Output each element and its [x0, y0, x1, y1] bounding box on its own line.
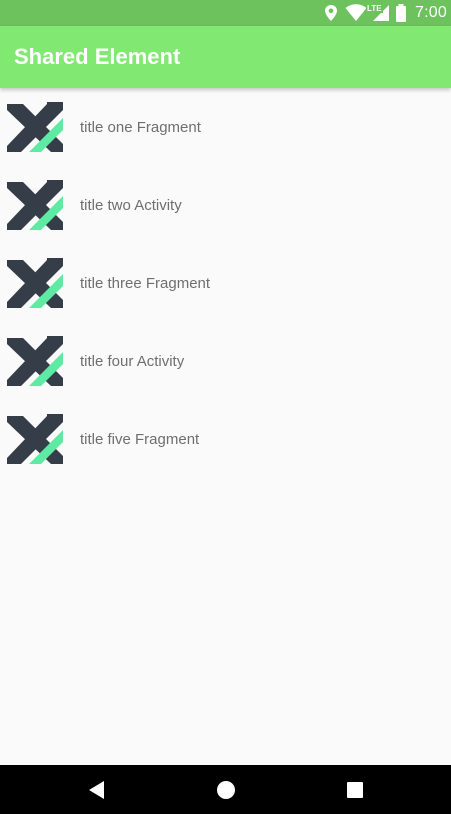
status-bar: LTE 7:00 — [0, 0, 451, 26]
list-item[interactable]: title three Fragment — [0, 244, 451, 322]
status-time: 7:00 — [415, 4, 447, 21]
item-title: title one Fragment — [80, 119, 201, 136]
app-bar: Shared Element — [0, 26, 451, 88]
status-icons: LTE 7:00 — [321, 0, 451, 26]
location-icon — [321, 3, 341, 23]
battery-icon — [395, 3, 407, 23]
xamarin-logo-icon — [7, 336, 63, 386]
navigation-bar — [0, 765, 451, 814]
recents-icon[interactable] — [342, 777, 368, 803]
item-title: title five Fragment — [80, 431, 200, 448]
item-title: title three Fragment — [80, 275, 211, 292]
list-item[interactable]: title five Fragment — [0, 400, 451, 478]
list-item[interactable]: title four Activity — [0, 322, 451, 400]
item-list: title one Fragment title two Activity ti… — [0, 88, 451, 478]
list-item[interactable]: title two Activity — [0, 166, 451, 244]
item-title: title two Activity — [80, 197, 182, 214]
home-icon[interactable] — [213, 777, 239, 803]
xamarin-logo-icon — [7, 258, 63, 308]
xamarin-logo-icon — [7, 414, 63, 464]
network-type-label: LTE — [366, 4, 383, 13]
item-title: title four Activity — [80, 353, 185, 370]
wifi-icon — [345, 3, 367, 23]
xamarin-logo-icon — [7, 180, 63, 230]
xamarin-logo-icon — [7, 102, 63, 152]
cell-signal-icon: LTE — [366, 3, 391, 23]
app-title: Shared Element — [14, 44, 181, 69]
back-icon[interactable] — [84, 777, 110, 803]
list-item[interactable]: title one Fragment — [0, 88, 451, 166]
